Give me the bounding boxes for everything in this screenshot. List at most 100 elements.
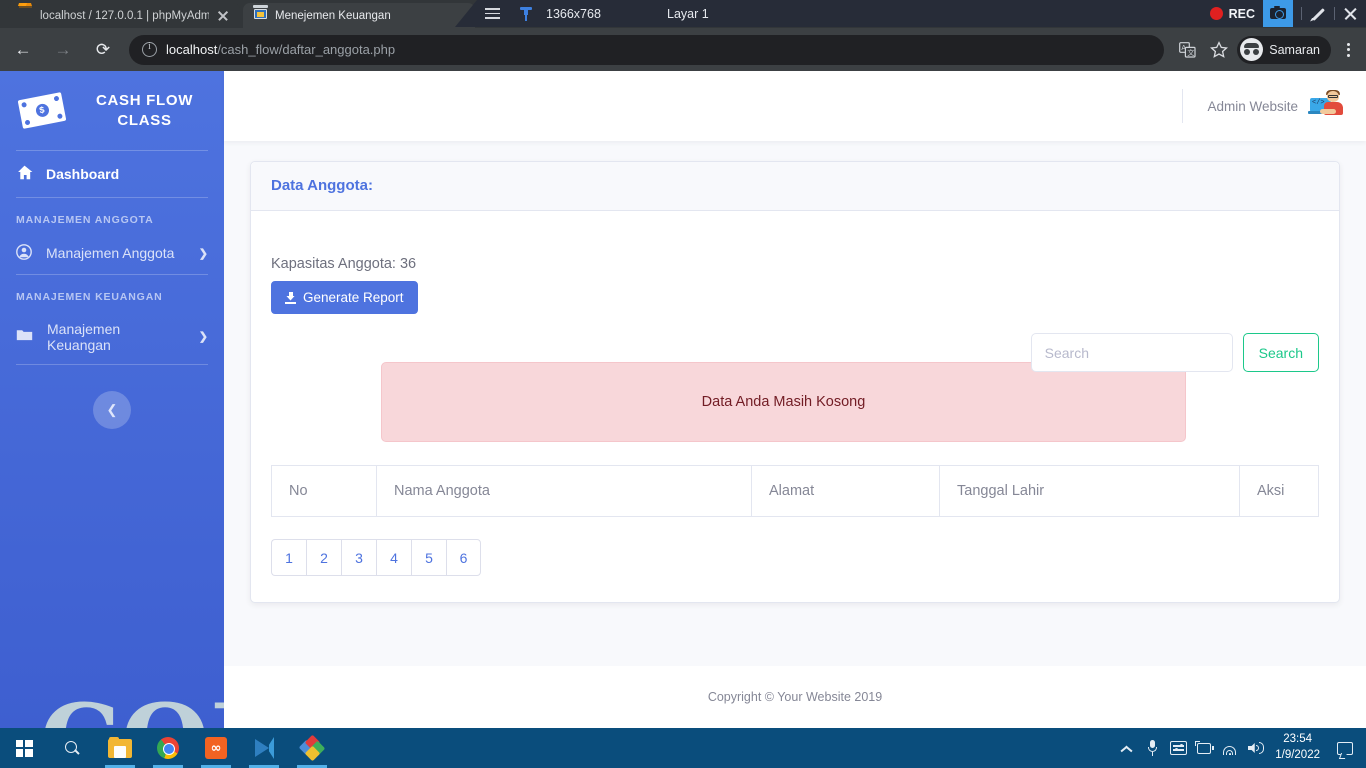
search-button[interactable]: Search bbox=[1242, 333, 1319, 372]
taskbar-vs-code[interactable] bbox=[240, 728, 288, 768]
svg-text:文: 文 bbox=[1187, 48, 1194, 57]
sidebar-brand[interactable]: $ CASH FLOW CLASS bbox=[0, 71, 224, 150]
divider bbox=[1182, 89, 1184, 123]
sidebar-brand-title: CASH FLOW CLASS bbox=[81, 91, 208, 132]
sidebar-item-label: Dashboard bbox=[46, 165, 120, 182]
anggota-table: No Nama Anggota Alamat Tanggal Lahir Aks… bbox=[271, 465, 1319, 517]
card-title: Data Anggota: bbox=[271, 177, 373, 194]
sidebar-item-label: Manajemen Anggota bbox=[46, 245, 175, 261]
hamburger-icon[interactable] bbox=[485, 7, 500, 20]
page-link[interactable]: 6 bbox=[446, 539, 481, 576]
card-body: Kapasitas Anggota: 36 Generate Report Se… bbox=[251, 211, 1339, 602]
microphone-icon[interactable] bbox=[1139, 728, 1165, 768]
clock-time: 23:54 bbox=[1283, 733, 1312, 746]
user-circle-icon bbox=[16, 243, 32, 263]
chevron-up-icon[interactable] bbox=[1113, 728, 1139, 768]
close-icon[interactable] bbox=[216, 9, 230, 23]
recorder-resolution: 1366x768 bbox=[546, 6, 601, 21]
divider bbox=[1334, 7, 1335, 20]
star-icon[interactable] bbox=[1205, 36, 1233, 64]
close-icon[interactable] bbox=[1343, 6, 1358, 21]
page-footer: Copyright © Your Website 2019 bbox=[224, 666, 1366, 728]
taskbar-search-button[interactable] bbox=[48, 728, 96, 768]
tab-title: localhost / 127.0.0.1 | phpMyAdm bbox=[40, 9, 209, 22]
info-circle-icon[interactable] bbox=[142, 41, 157, 57]
taskbar-xampp[interactable]: ∞ bbox=[192, 728, 240, 768]
sidebar-collapse-button[interactable]: ❮ bbox=[93, 390, 131, 429]
screen: localhost / 127.0.0.1 | phpMyAdm Menejem… bbox=[0, 0, 1366, 768]
brand-line-2: CLASS bbox=[117, 112, 172, 130]
table-header-row: No Nama Anggota Alamat Tanggal Lahir Aks… bbox=[271, 465, 1319, 517]
page-link[interactable]: 4 bbox=[376, 539, 411, 576]
camera-icon[interactable] bbox=[1263, 0, 1293, 27]
browser-toolbar: ← → ⟳ localhost/cash_flow/daftar_anggota… bbox=[0, 28, 1366, 71]
settings-slider-icon[interactable] bbox=[1165, 728, 1191, 768]
sidebar-item-manajemen-anggota[interactable]: Manajemen Anggota ❯ bbox=[0, 233, 224, 274]
vscode-icon bbox=[253, 737, 275, 759]
notification-icon[interactable] bbox=[1330, 728, 1360, 768]
recorder-rec-label: REC bbox=[1228, 6, 1255, 21]
forward-button[interactable]: → bbox=[46, 33, 80, 67]
computer-icon bbox=[253, 5, 268, 23]
taskbar-paint-app[interactable] bbox=[288, 728, 336, 768]
empty-data-alert: Data Anda Masih Kosong bbox=[381, 362, 1186, 442]
sidebar-item-dashboard[interactable]: Dashboard bbox=[0, 151, 224, 197]
capacity-text: Kapasitas Anggota: 36 bbox=[271, 256, 417, 272]
taskbar-google-chrome[interactable] bbox=[144, 728, 192, 768]
wifi-icon[interactable] bbox=[1217, 728, 1243, 768]
incognito-icon bbox=[1240, 38, 1264, 61]
folder-icon bbox=[16, 328, 33, 345]
pagination: 1 2 3 4 5 6 bbox=[271, 539, 1319, 576]
programmer-avatar-icon[interactable] bbox=[1308, 90, 1344, 122]
browser-tab-menejemen-keuangan[interactable]: Menejemen Keuangan bbox=[243, 3, 475, 28]
chevron-right-icon: ❯ bbox=[198, 247, 208, 260]
battery-icon[interactable] bbox=[1191, 728, 1217, 768]
start-button[interactable] bbox=[0, 728, 48, 768]
currency-symbol: $ bbox=[38, 104, 46, 116]
table-column-alamat: Alamat bbox=[751, 465, 940, 517]
topbar: Admin Website bbox=[224, 71, 1366, 141]
kebab-menu-icon[interactable] bbox=[1334, 36, 1362, 64]
back-icon: ← bbox=[14, 39, 32, 59]
search-input[interactable] bbox=[1030, 333, 1233, 372]
back-button[interactable]: ← bbox=[6, 33, 40, 67]
address-bar[interactable]: localhost/cash_flow/daftar_anggota.php bbox=[129, 34, 1165, 65]
table-column-aksi: Aksi bbox=[1239, 465, 1319, 517]
page-link[interactable]: 2 bbox=[306, 539, 341, 576]
recorder-layer-label: Layar 1 bbox=[667, 6, 709, 21]
magnifier-icon bbox=[64, 740, 80, 756]
table-column-no: No bbox=[271, 465, 377, 517]
forward-icon: → bbox=[54, 39, 72, 59]
table-column-nama-anggota: Nama Anggota bbox=[376, 465, 752, 517]
page-link[interactable]: 5 bbox=[411, 539, 446, 576]
sidebar-item-manajemen-keuangan[interactable]: Manajemen Keuangan ❯ bbox=[0, 310, 224, 364]
home-icon bbox=[16, 165, 33, 183]
color-diamonds-icon bbox=[298, 734, 326, 762]
taskbar-file-explorer[interactable] bbox=[96, 728, 144, 768]
data-anggota-card: Data Anggota: Kapasitas Anggota: 36 Gene… bbox=[250, 161, 1340, 603]
table-column-tanggal-lahir: Tanggal Lahir bbox=[939, 465, 1240, 517]
taskbar-clock[interactable]: 23:54 1/9/2022 bbox=[1269, 732, 1330, 763]
generate-report-label: Generate Report bbox=[303, 290, 404, 305]
main-content: Admin Website Data Anggota: Kapasitas An… bbox=[224, 71, 1366, 728]
anggota-table-wrap: No Nama Anggota Alamat Tanggal Lahir Aks… bbox=[271, 465, 1319, 576]
pencil-icon[interactable] bbox=[1310, 6, 1326, 22]
reload-icon: ⟳ bbox=[95, 39, 111, 59]
speaker-icon[interactable] bbox=[1243, 728, 1269, 768]
tab-title: Menejemen Keuangan bbox=[275, 9, 391, 22]
browser-tab-phpmyadmin[interactable]: localhost / 127.0.0.1 | phpMyAdm bbox=[8, 3, 240, 28]
reload-button[interactable]: ⟳ bbox=[86, 33, 120, 67]
translate-icon[interactable]: A 文 bbox=[1173, 36, 1201, 64]
pin-icon[interactable] bbox=[520, 6, 532, 21]
topbar-user-name: Admin Website bbox=[1207, 98, 1298, 114]
generate-report-button[interactable]: Generate Report bbox=[271, 281, 418, 314]
phpmyadmin-icon bbox=[18, 3, 33, 23]
profile-button[interactable]: Samaran bbox=[1237, 35, 1331, 64]
url-text: localhost/cash_flow/daftar_anggota.php bbox=[166, 42, 395, 57]
url-host: localhost bbox=[166, 42, 218, 57]
card-header: Data Anggota: bbox=[251, 162, 1339, 211]
clock-date: 1/9/2022 bbox=[1275, 749, 1320, 761]
page-link[interactable]: 3 bbox=[341, 539, 376, 576]
page-link[interactable]: 1 bbox=[271, 539, 306, 576]
xampp-glyph: ∞ bbox=[210, 740, 222, 756]
